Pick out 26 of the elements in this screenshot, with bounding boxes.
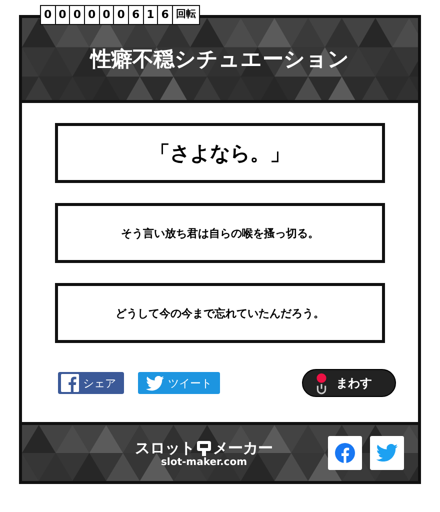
bird-icon	[376, 444, 398, 462]
result-text: どうして今の今まで忘れていたんだろう。	[116, 306, 324, 320]
result-text: そう言い放ち君は自らの喉を搔っ切る。	[121, 226, 319, 240]
result-text: 「さよなら。」	[150, 140, 290, 166]
counter-digit: 0	[70, 6, 85, 24]
counter-digit: 1	[144, 6, 158, 24]
counter-digit: 6	[158, 6, 173, 24]
logo-text: スロット	[135, 440, 195, 456]
slot-machine-icon	[196, 438, 212, 456]
twitter-button[interactable]	[370, 436, 404, 470]
facebook-button[interactable]	[328, 436, 362, 470]
share-button[interactable]: シェア	[58, 372, 124, 394]
spin-button[interactable]: まわす	[302, 369, 396, 397]
facebook-icon	[335, 443, 355, 463]
counter-digit: 0	[100, 6, 114, 24]
counter-digit: 6	[128, 6, 144, 24]
facebook-icon	[61, 374, 79, 392]
bird-icon	[146, 376, 164, 390]
site-domain: slot-maker.com	[160, 456, 248, 468]
header-title: 性癖不穏シチュエーション	[90, 46, 350, 73]
counter-digit: 0	[84, 6, 100, 24]
counter-digit: 0	[41, 6, 56, 24]
counter-digit: 0	[114, 6, 129, 24]
counter-digit: 0	[56, 6, 70, 24]
counter-unit: 回転	[174, 8, 197, 22]
logo-text: メーカー	[213, 440, 273, 456]
